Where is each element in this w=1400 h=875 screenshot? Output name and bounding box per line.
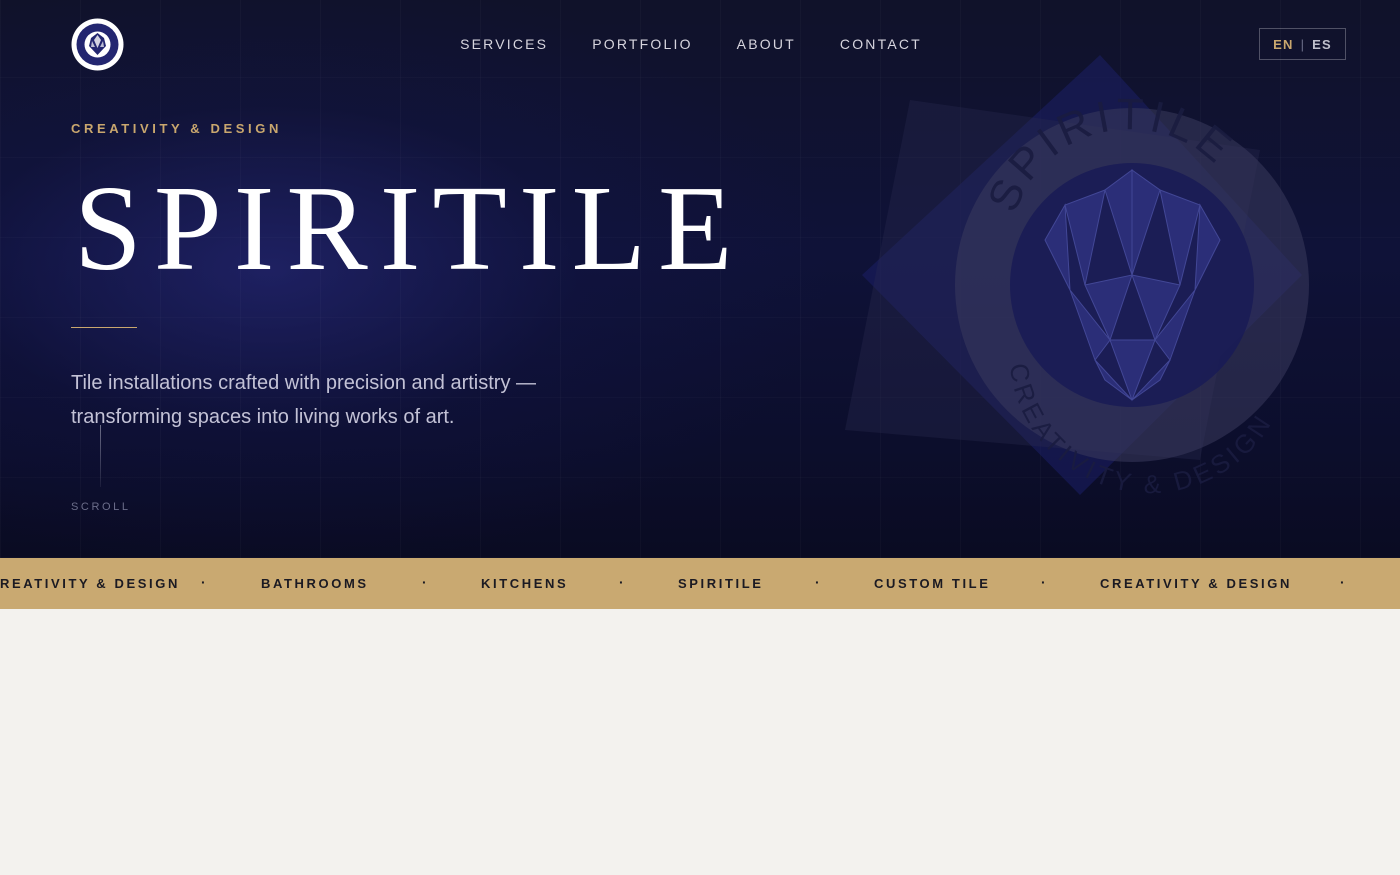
marquee-item: CREATIVITY & DESIGN [0, 576, 180, 591]
hero-tagline: Tile installations crafted with precisio… [71, 372, 536, 428]
marquee-item: KITCHENS [481, 576, 569, 591]
scroll-label[interactable]: SCROLL [71, 501, 131, 513]
marquee-item: CUSTOM TILE [874, 576, 991, 591]
marquee-item: BATHROOMS [261, 576, 369, 591]
hero-eyebrow: CREATIVITY & DESIGN [71, 121, 282, 136]
scroll-indicator-line [100, 425, 101, 487]
lang-separator: | [1300, 36, 1306, 52]
marquee-item: CREATIVITY & DESIGN [1100, 576, 1292, 591]
hero-title: SPIRITILE [74, 161, 745, 296]
hero-section: SPIRITILE CREATIVITY & DESIGN SERVICES P… [0, 0, 1400, 558]
nav-portfolio[interactable]: PORTFOLIO [592, 36, 692, 52]
lang-es-button[interactable]: ES [1312, 37, 1332, 52]
marquee-item: SPIRITILE [678, 576, 764, 591]
content-section [0, 609, 1400, 875]
title-divider [71, 327, 137, 328]
marquee-separator: · [815, 574, 820, 590]
nav-contact[interactable]: CONTACT [840, 36, 922, 52]
marquee-separator: · [1340, 574, 1345, 590]
language-switcher: EN | ES [1259, 28, 1346, 60]
marquee-separator: · [1041, 574, 1046, 590]
marquee-separator: · [422, 574, 427, 590]
nav-services[interactable]: SERVICES [460, 36, 548, 52]
lang-en-button[interactable]: EN [1273, 37, 1293, 52]
lion-emblem-watermark-icon: SPIRITILE CREATIVITY & DESIGN [845, 55, 1309, 499]
nav-about[interactable]: ABOUT [737, 36, 796, 52]
marquee-separator: · [201, 574, 206, 590]
marquee-separator: · [619, 574, 624, 590]
services-marquee: CREATIVITY & DESIGN · BATHROOMS · KITCHE… [0, 558, 1400, 609]
main-nav: SERVICES PORTFOLIO ABOUT CONTACT [0, 36, 1400, 52]
